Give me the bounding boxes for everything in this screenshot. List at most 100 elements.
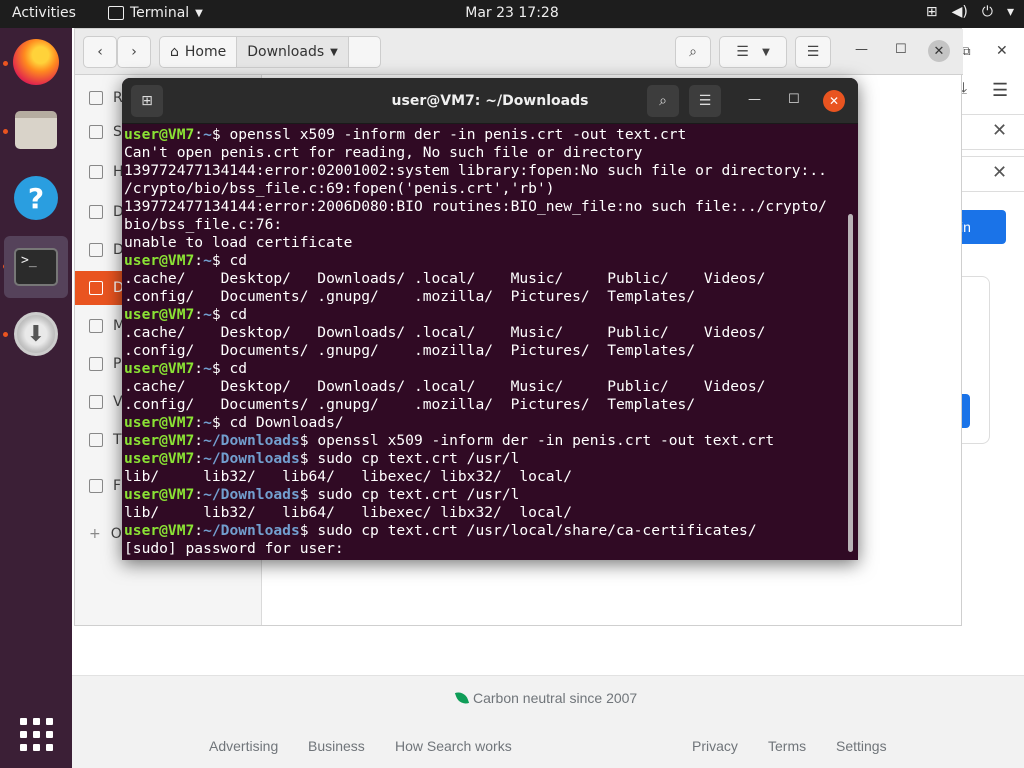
back-button[interactable]: ‹ [83,36,117,68]
menu-icon[interactable]: ☰ [992,80,1008,101]
footer-link-how-search-works[interactable]: How Search works [395,738,512,754]
terminal-line: .cache/ Desktop/ Downloads/ .local/ Musi… [124,378,844,396]
prompt-path: ~ [203,252,212,269]
terminal-line: bio/bss_file.c:76: [124,216,844,234]
terminal-line: Can't open penis.crt for reading, No suc… [124,144,844,162]
clock[interactable]: Mar 23 17:28 [465,5,558,21]
new-tab-button[interactable]: ⊞ [131,85,163,117]
output-text: lib/ lib32/ lib64/ libexec/ libx32/ loca… [124,504,573,521]
terminal-title: user@VM7: ~/Downloads [391,93,589,109]
list-view-icon: ☰ [736,44,749,60]
forward-button[interactable]: › [117,36,151,68]
output-text: .config/ Documents/ .gnupg/ .mozilla/ Pi… [124,396,696,413]
clock-icon [89,91,103,105]
activities-button[interactable]: Activities [12,5,76,21]
path-downloads[interactable]: Downloads ▼ [237,37,349,67]
output-text: .cache/ Desktop/ Downloads/ .local/ Musi… [124,378,766,395]
dock-terminal[interactable]: >_ [4,236,68,298]
close-icon[interactable]: ✕ [992,162,1007,183]
close-icon: ✕ [828,94,840,108]
search-icon: ⌕ [689,44,697,60]
close-button[interactable]: ✕ [928,40,950,62]
output-text: .config/ Documents/ .gnupg/ .mozilla/ Pi… [124,342,696,359]
command-text: $ sudo cp text.crt /usr/local/share/ca-c… [299,522,757,539]
maximize-icon[interactable]: ☐ [788,92,800,107]
footer-link-terms[interactable]: Terms [768,738,806,754]
prompt-user: user@VM7 [124,432,195,449]
search-button[interactable]: ⌕ [647,85,679,117]
search-button[interactable]: ⌕ [675,36,711,68]
volume-icon[interactable]: ◀) [952,4,968,20]
menu-button[interactable]: ☰ [689,85,721,117]
chevron-down-icon: ▼ [330,46,338,58]
running-indicator [3,61,8,66]
prompt-path: ~ [203,306,212,323]
chevron-down-icon: ▼ [762,46,770,58]
view-toggle[interactable]: ☰ ▼ [719,36,787,68]
network-icon[interactable]: ⊞ [926,4,938,20]
system-tray[interactable]: ⊞ ◀) ⏻ ▾ [926,4,1014,20]
terminal-line: unable to load certificate [124,234,844,252]
drive-icon [89,479,103,493]
top-bar: Activities Terminal ▼ Mar 23 17:28 ⊞ ◀) … [0,0,1024,28]
restore-icon[interactable]: ⧉ [962,44,971,59]
app-menu[interactable]: Terminal ▼ [108,5,203,21]
terminal-output[interactable]: user@VM7:~$ openssl x509 -inform der -in… [124,126,844,558]
terminal-small-icon [108,6,124,20]
prompt-path: ~/Downloads [203,486,300,503]
video-icon [89,395,103,409]
new-tab-icon: ⊞ [141,93,153,109]
scrollbar[interactable] [848,214,853,552]
terminal-line: user@VM7:~/Downloads$ openssl x509 -info… [124,432,775,449]
desktop-icon [89,205,103,219]
maximize-icon[interactable]: ☐ [895,42,907,57]
output-text: .config/ Documents/ .gnupg/ .mozilla/ Pi… [124,288,696,305]
chevron-down-icon[interactable]: ▾ [1007,4,1014,20]
menu-button[interactable]: ☰ [795,36,831,68]
app-grid-icon[interactable] [20,718,53,751]
chevron-right-icon: › [131,44,137,60]
close-icon[interactable]: ✕ [992,120,1007,141]
footer-link-settings[interactable]: Settings [836,738,887,754]
chevron-down-icon: ▼ [195,7,203,19]
home-icon: ⌂ [170,44,179,60]
close-button[interactable]: ✕ [823,90,845,112]
minimize-icon[interactable]: — [748,92,761,107]
dock-installer[interactable]: ⬇ [10,308,62,360]
prompt-path: ~ [203,360,212,377]
command-text: $ cd [211,360,248,377]
minimize-icon[interactable]: — [855,42,868,57]
output-text: .cache/ Desktop/ Downloads/ .local/ Musi… [124,324,766,341]
footer-link-business[interactable]: Business [308,738,365,754]
footer-link-advertising[interactable]: Advertising [209,738,278,754]
download-icon [89,281,103,295]
command-text: $ sudo cp text.crt /usr/l [299,486,520,503]
prompt-user: user@VM7 [124,126,195,143]
star-icon [89,125,103,139]
terminal-line: .config/ Documents/ .gnupg/ .mozilla/ Pi… [124,288,844,306]
prompt-path: ~ [203,126,212,143]
footer-link-privacy[interactable]: Privacy [692,738,738,754]
power-icon[interactable]: ⏻ [982,4,993,20]
terminal-line: user@VM7:~$ cd [124,360,248,377]
prompt-path: ~/Downloads [203,522,300,539]
terminal-line: .config/ Documents/ .gnupg/ .mozilla/ Pi… [124,396,844,414]
trash-icon [89,433,103,447]
app-name: Terminal [130,5,190,21]
prompt-path: ~ [203,414,212,431]
dock-firefox[interactable] [10,36,62,88]
terminal-line: 139772477134144:error:02001002:system li… [124,162,844,180]
terminal-line: 139772477134144:error:2006D080:BIO routi… [124,198,844,216]
command-text: $ openssl x509 -inform der -in penis.crt… [299,432,775,449]
terminal-line: .cache/ Desktop/ Downloads/ .local/ Musi… [124,324,844,342]
dock-files[interactable] [10,104,62,156]
output-text: 139772477134144:error:02001002:system li… [124,162,827,179]
terminal-line: user@VM7:~/Downloads$ sudo cp text.crt /… [124,450,520,467]
document-icon [89,243,103,257]
running-indicator [3,332,8,337]
path-home[interactable]: ⌂ Home [160,37,238,67]
close-icon[interactable]: ✕ [996,42,1008,59]
prompt-user: user@VM7 [124,252,195,269]
dock-help[interactable]: ? [10,172,62,224]
output-text: lib/ lib32/ lib64/ libexec/ libx32/ loca… [124,468,573,485]
